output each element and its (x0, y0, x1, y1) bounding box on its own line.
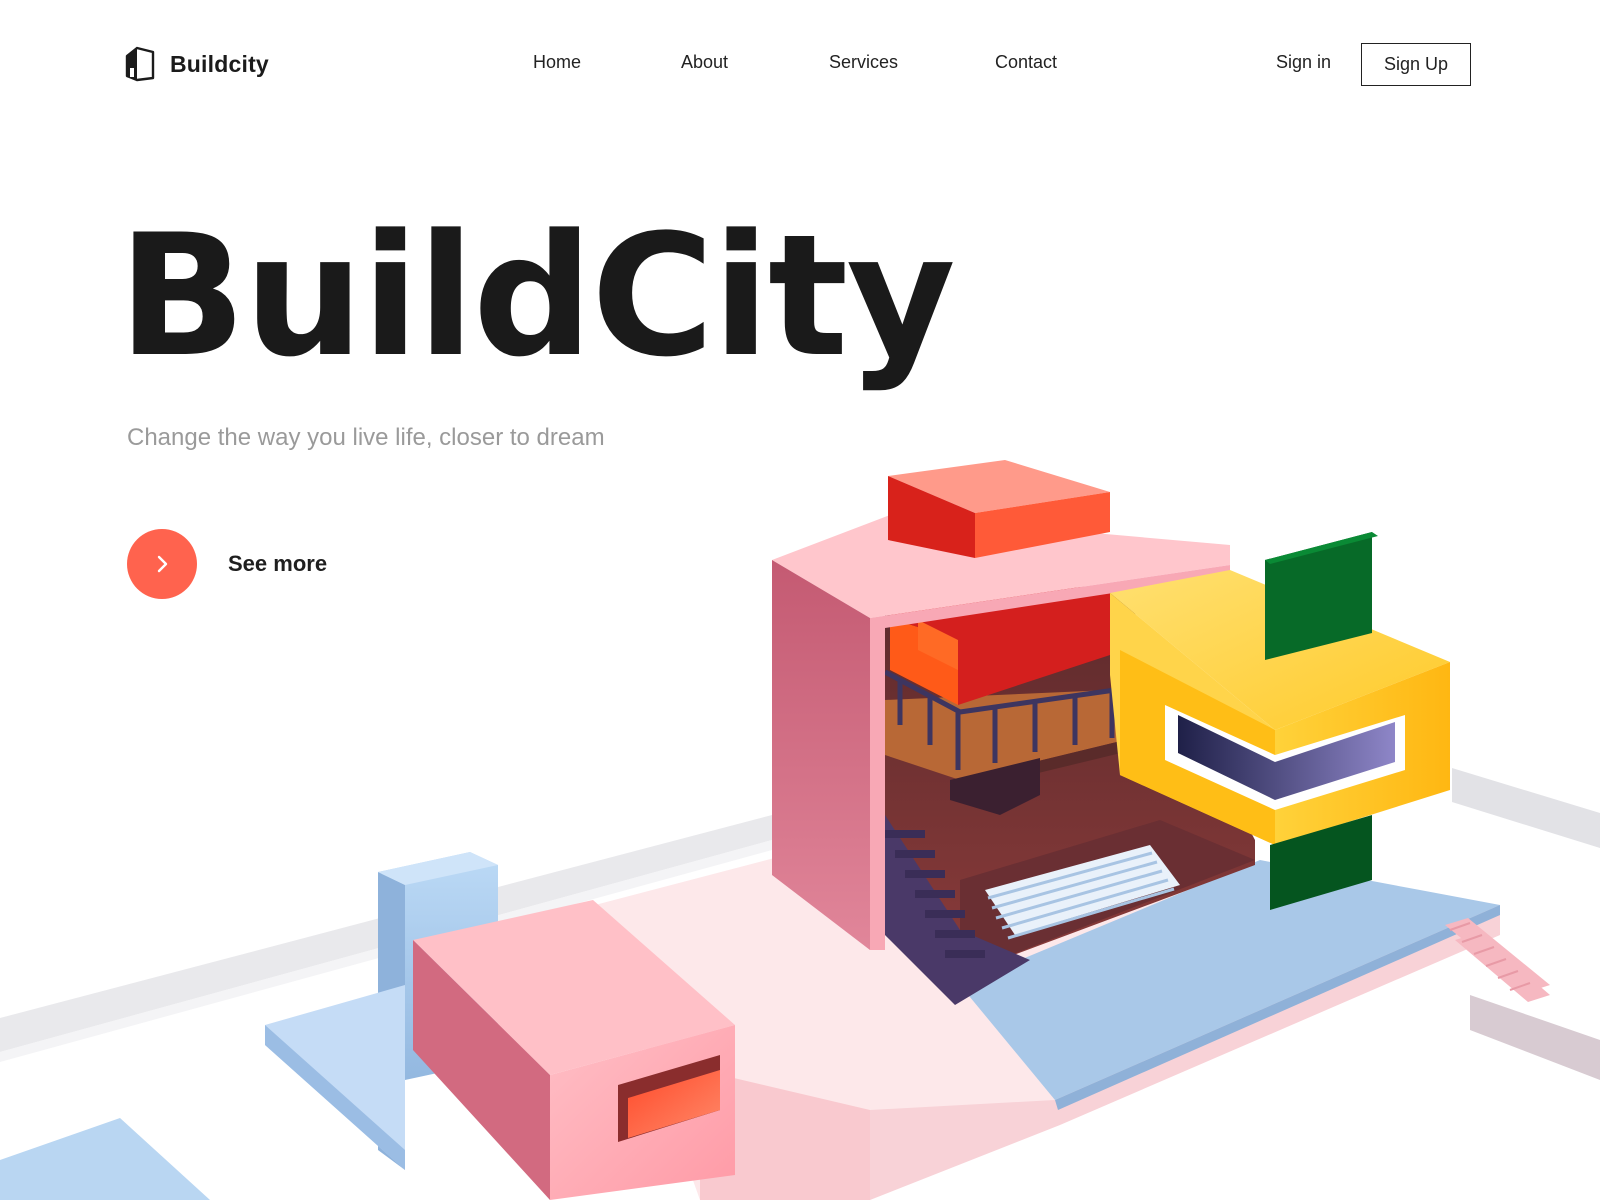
nav-item-contact[interactable]: Contact (995, 52, 1057, 73)
site-header: Buildcity Home About Services Contact Si… (0, 0, 1600, 130)
hero-title: BuildCity (118, 198, 956, 394)
nav-item-about[interactable]: About (681, 52, 728, 73)
isometric-house-illustration (0, 460, 1600, 1200)
nav-item-home[interactable]: Home (533, 52, 581, 73)
main-nav: Home About Services Contact (0, 52, 1600, 82)
sign-in-link[interactable]: Sign in (1276, 52, 1331, 73)
sign-up-button[interactable]: Sign Up (1361, 43, 1471, 86)
nav-item-services[interactable]: Services (829, 52, 898, 73)
